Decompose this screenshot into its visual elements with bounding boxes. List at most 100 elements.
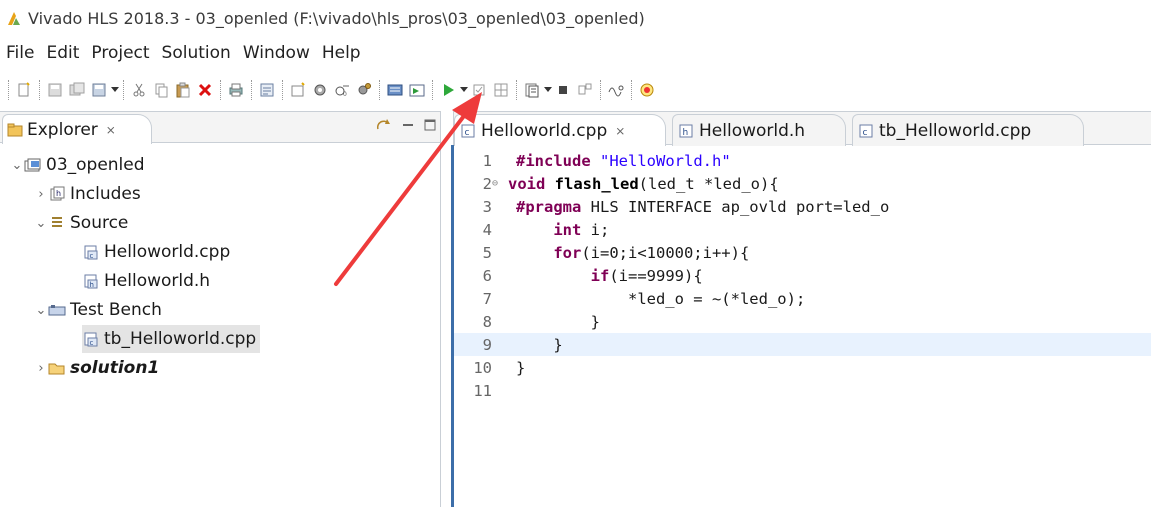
grid-view-icon[interactable] [491, 80, 511, 100]
code-line[interactable]: 6 if(i==9999){ [454, 264, 1151, 287]
code-line[interactable]: 2 ⊖ void flash_led(led_t *led_o){ [454, 172, 1151, 195]
paste-icon[interactable] [173, 80, 193, 100]
code-line[interactable]: 7 *led_o = ~(*led_o); [454, 287, 1151, 310]
line-number: 7 [482, 289, 492, 308]
directives-icon[interactable]: 0 [332, 80, 352, 100]
code-line[interactable]: 10} [454, 356, 1151, 379]
code-text-area[interactable]: 1 #include "HelloWorld.h" 2 ⊖ void flash_led… [454, 145, 1151, 507]
copy-icon[interactable] [151, 80, 171, 100]
svg-text:h: h [56, 189, 61, 198]
maximize-icon[interactable] [424, 119, 436, 131]
save-all-icon[interactable] [89, 80, 109, 100]
tree-item-tb-helloworld-cpp[interactable]: c tb_Helloworld.cpp [82, 325, 261, 353]
code-text: } [516, 312, 600, 331]
toolbar-separator [8, 80, 9, 100]
chevron-right-icon[interactable]: › [34, 187, 48, 202]
project-icon [24, 156, 42, 174]
new-project-icon[interactable] [14, 80, 34, 100]
compare-icon[interactable] [575, 80, 595, 100]
toolbar-separator [220, 80, 221, 100]
tab-helloworld-cpp[interactable]: c Helloworld.cpp ⨯ [454, 114, 666, 146]
new-solution-icon[interactable] [288, 80, 308, 100]
project-settings-icon[interactable] [257, 80, 277, 100]
svg-text:c: c [863, 128, 868, 138]
print-icon[interactable] [226, 80, 246, 100]
tab-label: tb_Helloworld.cpp [879, 120, 1032, 141]
code-line[interactable]: 11 [454, 379, 1151, 402]
h-file-icon: h [679, 124, 693, 138]
delete-icon[interactable] [195, 80, 215, 100]
line-number: 6 [482, 266, 492, 285]
tree-item-label: solution1 [70, 358, 160, 378]
run-icon[interactable] [438, 80, 458, 100]
tab-tb-helloworld-cpp[interactable]: c tb_Helloworld.cpp [852, 114, 1084, 146]
toolbar-separator [123, 80, 124, 100]
code-line[interactable]: 4 int i; [454, 218, 1151, 241]
debug-icon[interactable] [637, 80, 657, 100]
fold-toggle-icon[interactable]: ⊖ [492, 178, 500, 189]
cut-icon[interactable] [129, 80, 149, 100]
run-settings-icon[interactable] [354, 80, 374, 100]
tree-item-label: 03_openled [46, 155, 145, 175]
code-text: void flash_led(led_t *led_o){ [508, 174, 779, 193]
tree-item-helloworld-cpp[interactable]: c Helloworld.cpp [82, 238, 230, 266]
chevron-down-icon[interactable] [459, 80, 468, 100]
menu-file[interactable]: File [6, 43, 34, 63]
chevron-down-icon[interactable]: ⌄ [34, 216, 48, 231]
code-line[interactable]: 9 } [454, 333, 1151, 356]
tree-item-helloworld-h[interactable]: h Helloworld.h [82, 267, 210, 295]
chevron-down-icon[interactable] [543, 80, 552, 100]
cpp-file-icon: c [82, 330, 100, 348]
h-file-icon: h [82, 272, 100, 290]
chevron-down-icon[interactable]: ⌄ [34, 303, 48, 318]
stop-icon[interactable] [553, 80, 573, 100]
chevron-right-icon[interactable]: › [34, 361, 48, 376]
code-text: for(i=0;i<10000;i++){ [553, 243, 750, 262]
minimize-icon[interactable] [402, 119, 414, 131]
save-icon[interactable] [45, 80, 65, 100]
tree-item-solution1[interactable]: › solution1 [34, 354, 159, 382]
menu-help[interactable]: Help [322, 43, 361, 63]
code-line[interactable]: 3 #pragma HLS INTERFACE ap_ovld port=led_… [454, 195, 1151, 218]
tree-item-label: tb_Helloworld.cpp [104, 329, 257, 349]
c-synthesis-icon[interactable] [407, 80, 427, 100]
tree-item-label: Test Bench [70, 300, 162, 320]
toolbar-separator [516, 80, 517, 100]
tree-item-project[interactable]: ⌄ 03_openled [10, 151, 145, 179]
tab-explorer[interactable]: Explorer ⨯ [2, 114, 152, 144]
menu-window[interactable]: Window [243, 43, 310, 63]
tab-helloworld-h[interactable]: h Helloworld.h [672, 114, 846, 146]
chevron-down-icon[interactable] [110, 80, 119, 100]
main-toolbar: 0 [0, 69, 1151, 111]
chevron-down-icon[interactable]: ⌄ [10, 158, 24, 173]
code-line[interactable]: 1 #include "HelloWorld.h" [454, 149, 1151, 172]
sync-icon[interactable] [374, 117, 392, 133]
tree-item-test-bench[interactable]: ⌄ Test Bench [34, 296, 162, 324]
reports-icon[interactable] [522, 80, 542, 100]
tree-item-includes[interactable]: › h Includes [34, 180, 140, 208]
checkbox-icon[interactable] [469, 80, 489, 100]
explorer-header: Explorer ⨯ [0, 111, 446, 144]
close-icon[interactable]: ⨯ [615, 124, 625, 138]
code-text: int i; [553, 220, 610, 239]
toolbar-separator [379, 80, 380, 100]
explorer-icon [7, 123, 23, 136]
save-as-icon[interactable] [67, 80, 87, 100]
code-line[interactable]: 8 } [454, 310, 1151, 333]
close-icon[interactable]: ⨯ [106, 123, 116, 137]
line-number: 4 [482, 220, 492, 239]
tab-label: Helloworld.h [699, 120, 806, 141]
menu-edit[interactable]: Edit [46, 43, 79, 63]
tab-explorer-label: Explorer [27, 119, 98, 140]
code-line[interactable]: 5 for(i=0;i<10000;i++){ [454, 241, 1151, 264]
c-simulation-icon[interactable] [385, 80, 405, 100]
menu-project[interactable]: Project [91, 43, 149, 63]
cpp-file-icon: c [859, 124, 873, 138]
tree-item-source[interactable]: ⌄ Source [34, 209, 129, 237]
solution-settings-icon[interactable] [310, 80, 330, 100]
waveform-viewer-icon[interactable] [606, 80, 626, 100]
window-title: Vivado HLS 2018.3 - 03_openled (F:\vivad… [28, 8, 645, 28]
menu-solution[interactable]: Solution [162, 43, 231, 63]
code-text: *led_o = ~(*led_o); [516, 289, 806, 308]
menu-bar: File Edit Project Solution Window Help [0, 36, 1151, 69]
